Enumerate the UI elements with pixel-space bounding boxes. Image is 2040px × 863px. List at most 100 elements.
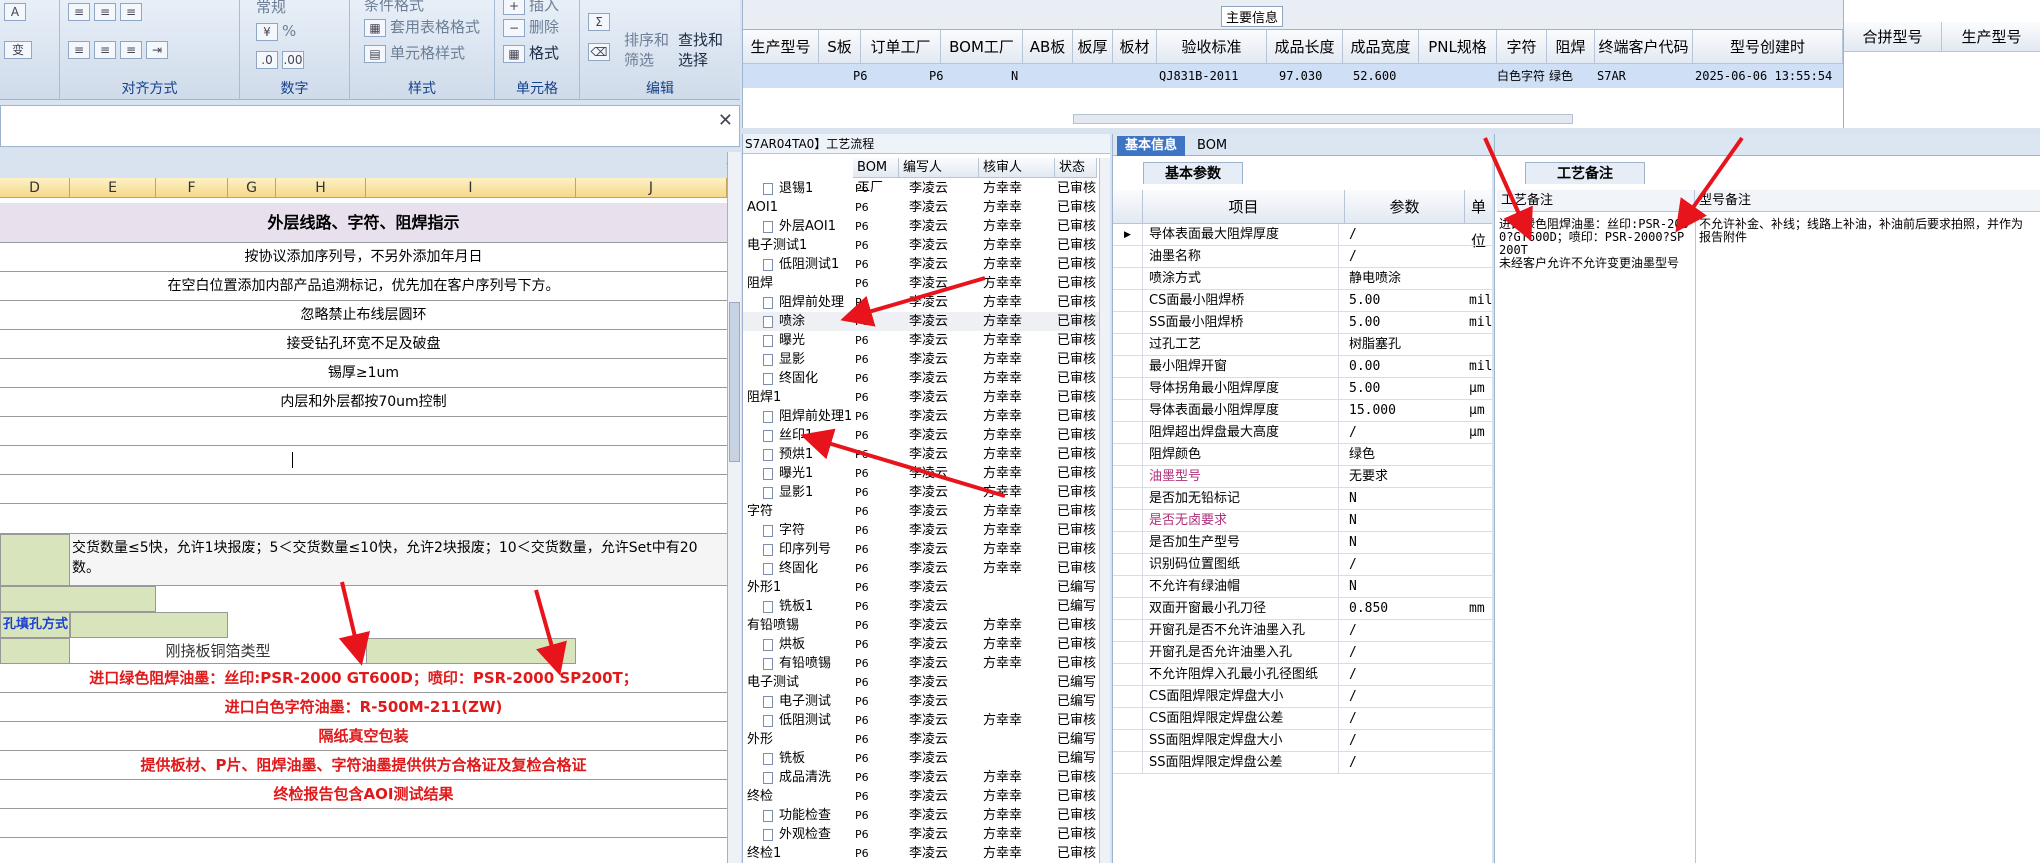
sheet-row[interactable]	[0, 504, 727, 534]
col-header-d[interactable]: D	[0, 178, 70, 198]
param-row[interactable]: 阻焊超出焊盘最大高度 / μm	[1113, 422, 1492, 444]
tree-row[interactable]: 退锡1 P6 李凌云 方幸幸 已审核	[743, 179, 1110, 198]
col-solder-mask[interactable]: 阻焊	[1547, 30, 1595, 64]
tree-row[interactable]: 阻焊前处理1 P6 李凌云 方幸幸 已审核	[743, 407, 1110, 426]
green-cell[interactable]	[366, 638, 576, 664]
tree-row[interactable]: 烘板 P6 李凌云 方幸幸 已审核	[743, 635, 1110, 654]
col-header-j[interactable]: J	[576, 178, 727, 198]
param-col-value[interactable]: 参数	[1345, 190, 1465, 224]
sheet-row[interactable]	[0, 475, 727, 504]
clear-button[interactable]: ⌫	[588, 42, 614, 61]
tree-row[interactable]: 终固化 P6 李凌云 方幸幸 已审核	[743, 559, 1110, 578]
col-header-e[interactable]: E	[70, 178, 156, 198]
tree-col-bom[interactable]: BOM工厂	[853, 158, 899, 195]
tree-row[interactable]: 成品清洗 P6 李凌云 方幸幸 已审核	[743, 768, 1110, 787]
col-order-factory[interactable]: 订单工厂	[861, 30, 941, 64]
tree-row[interactable]: 低阻测试 P6 李凌云 方幸幸 已审核	[743, 711, 1110, 730]
tree-row[interactable]: AOI1 P6 李凌云 方幸幸 已审核	[743, 198, 1110, 217]
sheet-title[interactable]: 外层线路、字符、阻焊指示	[0, 203, 727, 243]
delivery-note[interactable]: 交货数量≤5快，允许1块报废；5＜交货数量≤10快，允许2块报废；10＜交货数量…	[70, 534, 727, 586]
col-header-f[interactable]: F	[156, 178, 228, 198]
tree-row[interactable]: 曝光 P6 李凌云 方幸幸 已审核	[743, 331, 1110, 350]
tree-row[interactable]: 外层AOI1 P6 李凌云 方幸幸 已审核	[743, 217, 1110, 236]
tree-row[interactable]: 喷涂 P6 李凌云 方幸幸 已审核	[743, 312, 1110, 331]
sheet-row[interactable]: 内层和外层都按70um控制	[0, 388, 727, 417]
tab-basic-info[interactable]: 基本信息	[1117, 136, 1186, 156]
tree-row[interactable]: 铣板1 P6 李凌云 已编写	[743, 597, 1110, 616]
tree-row[interactable]: 功能检查 P6 李凌云 方幸幸 已审核	[743, 806, 1110, 825]
main-grid-hscroll[interactable]	[1073, 114, 1573, 124]
col-thickness[interactable]: 板厚	[1073, 30, 1113, 64]
tree-row[interactable]: 外形 P6 李凌云 已编写	[743, 730, 1110, 749]
col-header-i[interactable]: I	[366, 178, 576, 198]
close-icon[interactable]: ✕	[718, 110, 733, 131]
green-cell[interactable]	[0, 638, 70, 664]
param-row[interactable]: 识别码位置图纸 /	[1113, 554, 1492, 576]
sort-filter-button[interactable]: 排序和 筛选	[624, 30, 669, 70]
tree-scrollbar[interactable]	[1099, 158, 1110, 863]
tree-row[interactable]: 丝印1 P6 李凌云 方幸幸 已审核	[743, 426, 1110, 445]
tree-col-writer[interactable]: 编写人	[899, 158, 979, 178]
tree-row[interactable]: 有铅喷锡 P6 李凌云 方幸幸 已审核	[743, 654, 1110, 673]
sheet-scroll-thumb[interactable]	[729, 302, 740, 462]
spreadsheet[interactable]: D E F G H I J 外层线路、字符、阻焊指示 按协议添加序列号，不另外添…	[0, 178, 727, 863]
param-row[interactable]: 是否加无铅标记 N	[1113, 488, 1492, 510]
conditional-format-button[interactable]: 条件格式	[364, 0, 424, 15]
param-row[interactable]: 开窗孔是否不允许油墨入孔 /	[1113, 620, 1492, 642]
tree-row[interactable]: 曝光1 P6 李凌云 方幸幸 已审核	[743, 464, 1110, 483]
percent-button[interactable]: ¥%	[256, 22, 296, 41]
tree-row[interactable]: 电子测试 P6 李凌云 已编写	[743, 673, 1110, 692]
tree-row[interactable]: 阻焊1 P6 李凌云 方幸幸 已审核	[743, 388, 1110, 407]
tree-row[interactable]: 外形1 P6 李凌云 已编写	[743, 578, 1110, 597]
sheet-row[interactable]: 接受钻孔环宽不足及破盘	[0, 330, 727, 359]
green-cell[interactable]	[70, 612, 228, 638]
formula-bar[interactable]: ✕	[0, 105, 740, 147]
cell-style-button[interactable]: ▤ 单元格样式	[364, 42, 465, 63]
tab-basic-params[interactable]: 基本参数	[1143, 162, 1243, 184]
align-left-button[interactable]: ≡ ≡ ≡ ⇥	[68, 40, 172, 59]
tree-row[interactable]: 字符 P6 李凌云 方幸幸 已审核	[743, 502, 1110, 521]
copper-type-label[interactable]: 刚挠板铜箔类型	[70, 638, 366, 664]
tree-col-status[interactable]: 状态	[1055, 158, 1097, 178]
font-increase-button[interactable]: A	[4, 2, 30, 21]
col-s-board[interactable]: S板	[819, 30, 861, 64]
col-production-model[interactable]: 生产型号	[743, 30, 819, 64]
param-row[interactable]: 双面开窗最小孔刀径 0.850 mm	[1113, 598, 1492, 620]
format-button[interactable]: ▦ 格式	[503, 42, 559, 63]
tree-row[interactable]: 显影 P6 李凌云 方幸幸 已审核	[743, 350, 1110, 369]
sheet-row[interactable]: 锡厚≥1um	[0, 359, 727, 388]
tree-row[interactable]: 终检 P6 李凌云 方幸幸 已审核	[743, 787, 1110, 806]
param-row[interactable]: CS面阻焊限定焊盘大小 /	[1113, 686, 1492, 708]
sheet-scrollbar[interactable]	[727, 152, 741, 863]
param-row[interactable]: 导体表面最小阻焊厚度 15.000 μm	[1113, 400, 1492, 422]
sheet-row[interactable]: 忽略禁止布线层圆环	[0, 301, 727, 330]
number-format-dropdown[interactable]: 常规	[256, 0, 286, 17]
tree-row[interactable]: 低阻测试1 P6 李凌云 方幸幸 已审核	[743, 255, 1110, 274]
delete-button[interactable]: − 删除	[503, 16, 559, 37]
tree-row[interactable]: 字符 P6 李凌云 方幸幸 已审核	[743, 521, 1110, 540]
col-ab-board[interactable]: AB板	[1023, 30, 1073, 64]
align-top-button[interactable]: ≡ ≡ ≡	[68, 2, 146, 21]
param-row[interactable]: 不允许有绿油帽 N	[1113, 576, 1492, 598]
sheet-row[interactable]: 在空白位置添加内部产品追溯标记，优先加在客户序列号下方。	[0, 272, 727, 301]
param-row[interactable]: CS面阻焊限定焊盘公差 /	[1113, 708, 1492, 730]
process-note-text[interactable]: 进口绿色阻焊油墨：丝印:PSR-2000?GT600D；喷印：PSR-2000?…	[1499, 218, 1691, 270]
param-row[interactable]: 最小阻焊开窗 0.00 mil	[1113, 356, 1492, 378]
param-row[interactable]: 过孔工艺 树脂塞孔	[1113, 334, 1492, 356]
param-row[interactable]: SS面最小阻焊桥 5.00 mil	[1113, 312, 1492, 334]
param-row[interactable]: ▶ 导体表面最大阻焊厚度 /	[1113, 224, 1492, 246]
tree-row[interactable]: 有铅喷锡 P6 李凌云 方幸幸 已审核	[743, 616, 1110, 635]
param-row[interactable]: 阻焊颜色 绿色	[1113, 444, 1492, 466]
tree-row[interactable]: 终检1 P6 李凌云 方幸幸 已审核	[743, 844, 1110, 863]
param-row[interactable]: 导体拐角最小阻焊厚度 5.00 μm	[1113, 378, 1492, 400]
char-ink-row[interactable]: 进口白色字符油墨：R-500M-211(ZW)	[0, 693, 727, 722]
aoi-report-row[interactable]: 终检报告包含AOI测试结果	[0, 780, 727, 809]
sheet-row[interactable]	[0, 809, 727, 838]
tab-process-notes[interactable]: 工艺备注	[1525, 162, 1645, 184]
tree-row[interactable]: 印序列号 P6 李凌云 方幸幸 已审核	[743, 540, 1110, 559]
model-note-text[interactable]: 不允许补金、补线；线路上补油，补油前后要求拍照，并作为报告附件	[1699, 218, 2029, 244]
packaging-row[interactable]: 隔纸真空包装	[0, 722, 727, 751]
change-case-button[interactable]: 变	[4, 40, 36, 59]
param-row[interactable]: 油墨名称 /	[1113, 246, 1492, 268]
param-row[interactable]: 是否加生产型号 N	[1113, 532, 1492, 554]
